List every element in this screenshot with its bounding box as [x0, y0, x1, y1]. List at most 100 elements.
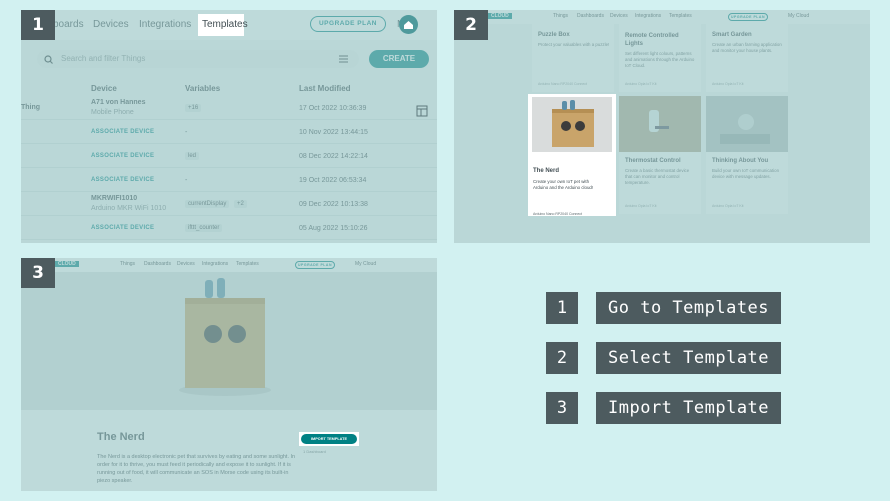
step2-screenshot: CLOUD Things Dashboards Devices Integrat… [454, 10, 870, 243]
step3-screenshot: CLOUD Things Dashboards Devices Integrat… [21, 258, 437, 491]
template-card[interactable]: Thermostat Control Create a basic thermo… [619, 96, 701, 214]
search-placeholder: Search and filter Things [61, 54, 146, 63]
upgrade-plan-button[interactable]: UPGRADE PLAN [295, 261, 335, 269]
table-row[interactable]: ASSOCIATE DEVICE ifttt_counter 05 Aug 20… [21, 216, 437, 240]
variable-chip: led [185, 152, 200, 160]
card-title: Thermostat Control [625, 158, 681, 164]
variable-chip: currentDisplay [185, 200, 230, 208]
nav-templates[interactable]: Templates [669, 13, 692, 19]
nav-devices[interactable]: Devices [93, 19, 129, 30]
the-nerd-card-highlight[interactable]: The Nerd Create your own IoT pet with Ar… [528, 94, 616, 216]
template-card[interactable]: Thinking About You Build your own IoT co… [706, 96, 788, 214]
table-view-icon[interactable] [416, 105, 428, 117]
template-card[interactable]: Remote Controlled Lights Set different l… [619, 24, 701, 92]
col-device: Device [91, 84, 117, 93]
card-title: Puzzle Box [538, 32, 570, 38]
table-row[interactable]: ASSOCIATE DEVICE led 08 Dec 2022 14:22:1… [21, 144, 437, 168]
step-label-3: Import Template [596, 392, 782, 424]
nav-dashboards[interactable]: Dashboards [144, 261, 171, 267]
last-modified: 09 Dec 2022 10:13:38 [299, 201, 368, 208]
card-image [619, 96, 701, 152]
last-modified: 17 Oct 2022 10:36:39 [299, 105, 367, 112]
step-number-1: 1 [546, 292, 578, 324]
card-desc: Protect your valuables with a puzzle! [538, 42, 610, 47]
step-number-3: 3 [546, 392, 578, 424]
device-name: A71 von Hannes [91, 99, 146, 106]
template-title: The Nerd [97, 431, 145, 443]
step-label-1: Go to Templates [596, 292, 782, 324]
variable-chip: ifttt_counter [185, 224, 223, 232]
card-title: Remote Controlled Lights [625, 33, 679, 47]
upgrade-plan-button[interactable]: UPGRADE PLAN [310, 16, 386, 32]
associate-device-link[interactable]: ASSOCIATE DEVICE [91, 153, 154, 159]
card-foot: Arduino Opla IoT Kit [712, 82, 744, 86]
nav-dashboards[interactable]: boards [53, 19, 84, 30]
nav-integrations[interactable]: Integrations [139, 19, 191, 30]
card-foot: Arduino Nano RP2040 Connect [538, 82, 588, 86]
device-name: MKRWIFI1010 [91, 195, 138, 202]
variable-text: - [185, 129, 188, 136]
table-row[interactable]: ASSOCIATE DEVICE - 10 Nov 2022 13:44:15 [21, 120, 437, 144]
account-label[interactable]: My Cloud [355, 261, 376, 267]
the-nerd-hero-image [179, 278, 271, 396]
last-modified: 08 Dec 2022 14:22:14 [299, 153, 368, 160]
search-icon [44, 55, 53, 64]
templates-tab-highlight[interactable]: Templates [198, 14, 248, 36]
template-card[interactable]: Smart Garden Create an urban farming app… [706, 24, 788, 92]
associate-device-link[interactable]: ASSOCIATE DEVICE [91, 177, 154, 183]
card-desc: Create your own IoT pet with Arduino and… [533, 179, 594, 190]
table-row[interactable]: ASSOCIATE DEVICE - 19 Oct 2022 06:53:34 [21, 168, 437, 192]
card-image [706, 96, 788, 152]
filter-icon[interactable] [339, 55, 348, 63]
import-template-button[interactable]: IMPORT TEMPLATE [301, 434, 357, 444]
meta-dashboard: 1 Dashboard [303, 449, 326, 454]
create-button[interactable]: CREATE [369, 50, 429, 68]
template-card[interactable]: Puzzle Box Protect your valuables with a… [532, 24, 614, 92]
cloud-logo[interactable]: CLOUD [55, 261, 79, 267]
template-description: The Nerd is a desktop electronic pet tha… [97, 454, 296, 484]
nav-things[interactable]: Things [120, 261, 135, 267]
step-badge-2: 2 [454, 10, 488, 40]
upgrade-plan-button[interactable]: UPGRADE PLAN [728, 13, 768, 21]
step-number-2: 2 [546, 342, 578, 374]
nav-devices[interactable]: Devices [610, 13, 628, 19]
variable-chip: +2 [234, 200, 247, 208]
associate-device-link[interactable]: ASSOCIATE DEVICE [91, 129, 154, 135]
cloud-logo[interactable]: CLOUD [488, 13, 512, 19]
col-last-modified: Last Modified [299, 84, 351, 93]
step-badge-1: 1 [21, 10, 55, 40]
nav-integrations[interactable]: Integrations [635, 13, 661, 19]
last-modified: 10 Nov 2022 13:44:15 [299, 129, 368, 136]
top-nav: CLOUD Things Dashboards Devices Integrat… [454, 10, 870, 24]
search-input[interactable]: Search and filter Things [37, 50, 359, 68]
thing-label: Thing [21, 104, 41, 111]
account-label[interactable]: My Cloud [788, 13, 809, 19]
the-nerd-image [532, 97, 612, 152]
nav-things[interactable]: Things [553, 13, 568, 19]
home-icon[interactable] [399, 15, 418, 34]
nav-integrations[interactable]: Integrations [202, 261, 228, 267]
card-desc: Set different light colours, patterns an… [625, 51, 695, 68]
card-foot: Arduino Nano RP2040 Connect [533, 212, 583, 216]
tab-templates[interactable]: Templates [202, 19, 248, 30]
card-desc: Create an urban farming application and … [712, 42, 782, 53]
import-template-highlight[interactable]: IMPORT TEMPLATE [299, 432, 359, 446]
table-row[interactable]: MKRWIFI1010 Arduino MKR WiFi 1010 curren… [21, 192, 437, 216]
step1-screenshot: boards Devices Integrations My UPGRADE P… [21, 10, 437, 243]
associate-device-link[interactable]: ASSOCIATE DEVICE [91, 225, 154, 231]
nav-devices[interactable]: Devices [177, 261, 195, 267]
step-badge-3: 3 [21, 258, 55, 288]
device-sub: Mobile Phone [91, 109, 134, 116]
top-nav: CLOUD Things Dashboards Devices Integrat… [21, 258, 437, 272]
nav-dashboards[interactable]: Dashboards [577, 13, 604, 19]
step-label-2: Select Template [596, 342, 782, 374]
card-title: Smart Garden [712, 32, 752, 38]
card-title: Thinking About You [712, 158, 769, 164]
last-modified: 05 Aug 2022 15:10:26 [299, 225, 368, 232]
variable-text: - [185, 177, 188, 184]
card-title: The Nerd [533, 168, 560, 174]
table-row[interactable]: Thing A71 von Hannes Mobile Phone +16 17… [21, 96, 437, 120]
card-desc: Create a basic thermostat device that ca… [625, 168, 690, 185]
nav-templates[interactable]: Templates [236, 261, 259, 267]
template-details: The Nerd The Nerd is a desktop electroni… [21, 410, 437, 491]
